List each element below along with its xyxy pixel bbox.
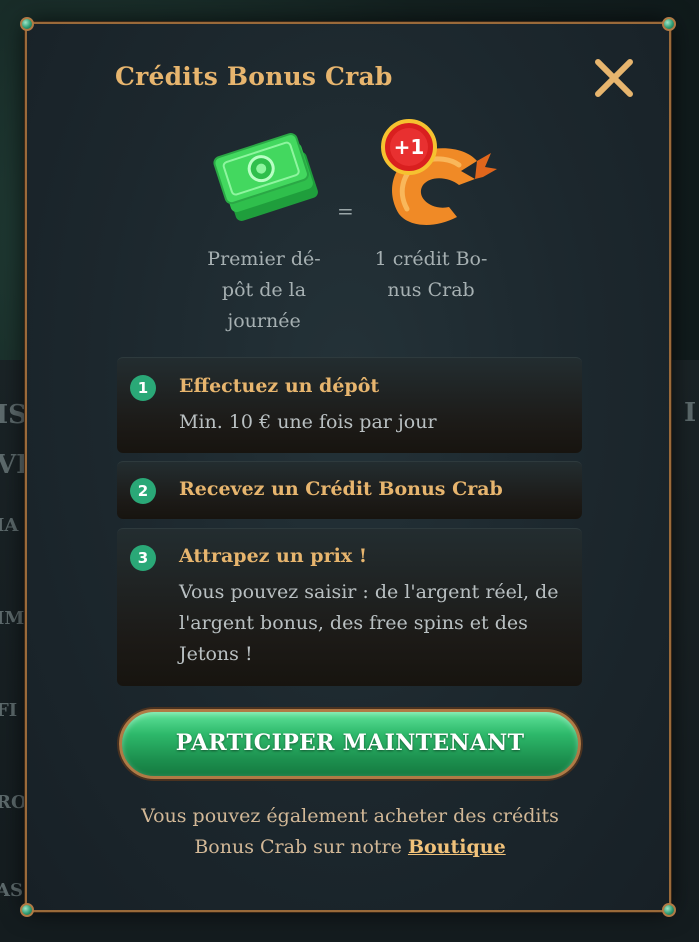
step-title: Recevez un Crédit Bonus Crab xyxy=(179,478,503,500)
step-card: 3 Attrapez un prix ! Vous pouvez saisir … xyxy=(117,528,582,686)
first-deposit-caption: Premier dé- pôt de la journée xyxy=(207,248,321,332)
crab-claw-icon: +1 xyxy=(381,119,497,225)
step-number-badge: 1 xyxy=(130,375,156,401)
close-button[interactable] xyxy=(590,54,638,102)
step-card: 2 Recevez un Crédit Bonus Crab xyxy=(117,461,582,519)
bonus-equation: = +1 Premier dé- pôt de la journée 1 cré… xyxy=(27,119,673,349)
modal-title: Crédits Bonus Crab xyxy=(115,62,393,91)
equals-sign: = xyxy=(337,199,354,223)
participate-now-button[interactable]: PARTICIPER MAINTENANT xyxy=(119,709,581,779)
shop-info-text: Vous pouvez également acheter des crédit… xyxy=(141,805,559,858)
bonus-crab-modal: Crédits Bonus Crab = +1 Premier dé- pôt … xyxy=(20,17,676,917)
corner-gem-icon xyxy=(20,903,34,917)
shop-link[interactable]: Boutique xyxy=(408,836,506,858)
background-text: IA xyxy=(0,515,19,536)
bonus-credit-caption: 1 crédit Bo- nus Crab xyxy=(374,248,488,301)
background-text: I xyxy=(684,398,697,428)
background-text: IM xyxy=(0,608,25,629)
crab-badge-text: +1 xyxy=(394,135,425,159)
step-title: Effectuez un dépôt xyxy=(179,375,380,397)
step-number-badge: 3 xyxy=(130,545,156,571)
close-icon xyxy=(595,59,633,97)
corner-gem-icon xyxy=(662,17,676,31)
background-text: FI xyxy=(0,700,18,721)
background-text: IS xyxy=(0,400,27,430)
background-text: AS xyxy=(0,880,23,901)
corner-gem-icon xyxy=(20,17,34,31)
corner-gem-icon xyxy=(662,903,676,917)
step-card: 1 Effectuez un dépôt Min. 10 € une fois … xyxy=(117,357,582,453)
step-number-badge: 2 xyxy=(130,478,156,504)
step-description: Vous pouvez saisir : de l'argent réel, d… xyxy=(179,581,559,665)
background-text: RO xyxy=(0,792,27,813)
money-stack-icon xyxy=(213,133,318,221)
step-title: Attrapez un prix ! xyxy=(179,545,368,567)
step-description: Min. 10 € une fois par jour xyxy=(179,411,437,433)
